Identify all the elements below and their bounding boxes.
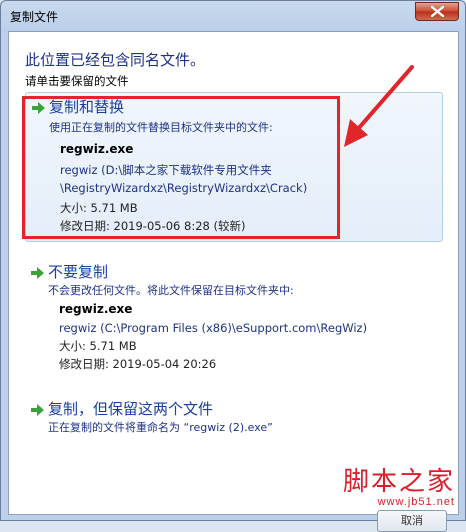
red-arrow-icon bbox=[344, 65, 414, 147]
option-dont-copy[interactable]: 不要复制 不会更改任何文件。将此文件保留在目标文件夹中: regwiz.exe … bbox=[25, 258, 443, 373]
option-title: 复制，但保留这两个文件 bbox=[48, 400, 214, 418]
dialog-window: 复制文件 此位置已经包含同名文件。 请单击要保留的文件 复制和替换 使用正在复制… bbox=[0, 0, 466, 532]
option-title: 不要复制 bbox=[48, 263, 109, 281]
highlight-box bbox=[22, 96, 340, 239]
green-arrow-icon bbox=[31, 404, 44, 416]
window-title: 复制文件 bbox=[10, 10, 59, 24]
close-button[interactable] bbox=[415, 2, 459, 21]
watermark-logo: 脚本之家 bbox=[342, 467, 455, 497]
file-path: regwiz (C:\Program Files (x86)\eSupport.… bbox=[59, 321, 368, 335]
cancel-button[interactable]: 取消 bbox=[377, 510, 447, 532]
close-icon bbox=[431, 6, 444, 17]
title-bar: 复制文件 bbox=[1, 1, 465, 31]
option-description: 正在复制的文件将重命名为 “regwiz (2).exe” bbox=[48, 421, 273, 434]
file-size: 大小: 5.71 MB bbox=[59, 339, 137, 353]
dialog-subheading: 请单击要保留的文件 bbox=[25, 74, 129, 88]
file-name: regwiz.exe bbox=[59, 302, 133, 316]
file-modified: 修改日期: 2019-05-04 20:26 bbox=[59, 357, 217, 371]
green-arrow-icon bbox=[31, 267, 44, 279]
option-keep-both[interactable]: 复制，但保留这两个文件 正在复制的文件将重命名为 “regwiz (2).exe… bbox=[25, 395, 443, 440]
dialog-heading: 此位置已经包含同名文件。 bbox=[25, 51, 206, 69]
watermark: 脚本之家 www.jb51.net bbox=[343, 461, 455, 508]
option-description: 不会更改任何文件。将此文件保留在目标文件夹中: bbox=[48, 284, 294, 297]
